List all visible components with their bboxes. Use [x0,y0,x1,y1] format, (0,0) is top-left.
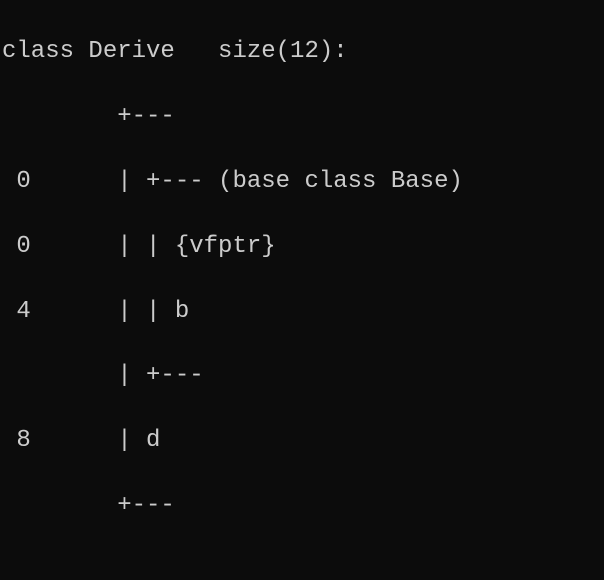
line-offset-0-vfptr: 0 | | {vfptr} [2,231,604,263]
line-offset-4-b: 4 | | b [2,296,604,328]
line-border-bottom: +--- [2,490,604,522]
class-layout-dump: class Derive size(12): +--- 0 | +--- (ba… [0,0,604,580]
line-base-end-border: | +--- [2,360,604,392]
line-class-header: class Derive size(12): [2,36,604,68]
line-offset-0-base-start: 0 | +--- (base class Base) [2,166,604,198]
line-border-top: +--- [2,101,604,133]
line-offset-8-d: 8 | d [2,425,604,457]
